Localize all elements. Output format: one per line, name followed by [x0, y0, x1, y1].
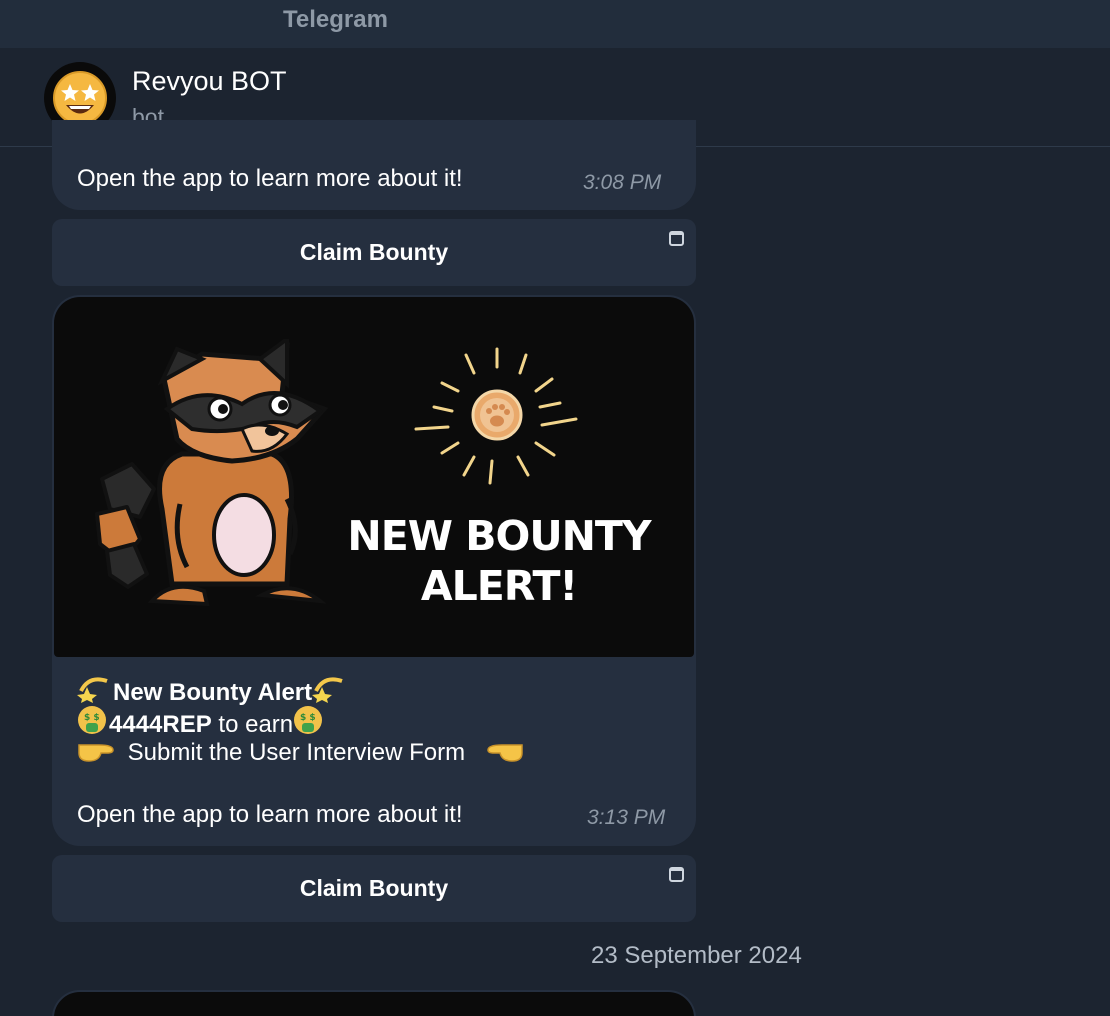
message-text: Open the app to learn more about it! — [77, 165, 463, 192]
message-bubble: Open the app to learn more about it! 3:0… — [52, 120, 696, 210]
paw-coin-icon — [414, 347, 578, 485]
title-bar: Telegram — [0, 0, 1110, 48]
message-image[interactable]: NEW BOUNTY ALERT! — [54, 297, 694, 657]
image-headline: NEW BOUNTY ALERT! — [347, 512, 651, 610]
claim-bounty-label: Claim Bounty — [299, 875, 449, 901]
svg-text:$ $: $ $ — [84, 713, 100, 723]
claim-bounty-label: Claim Bounty — [299, 239, 449, 265]
pointing-right-hand-icon — [77, 737, 115, 770]
message-time: 3:08 PM — [583, 171, 662, 194]
app-title: Telegram — [283, 6, 388, 33]
claim-bounty-button[interactable]: Claim Bounty — [52, 855, 696, 922]
open-app-icon — [669, 867, 684, 882]
pointing-left-hand-icon — [486, 737, 524, 770]
message-instruction-line: Submit the User Interview Form — [77, 737, 524, 770]
message-image-partial[interactable] — [52, 990, 696, 1016]
chat-name: Revyou BOT — [132, 66, 287, 96]
message-time: 3:13 PM — [587, 806, 666, 829]
svg-text:$ $: $ $ — [300, 713, 316, 723]
date-separator: 23 September 2024 — [591, 942, 802, 969]
raccoon-mascot-icon — [95, 339, 329, 607]
star-struck-emoji-icon — [53, 71, 107, 125]
message-text: Open the app to learn more about it! — [77, 801, 463, 828]
open-app-icon — [669, 231, 684, 246]
claim-bounty-button[interactable]: Claim Bounty — [52, 219, 696, 286]
